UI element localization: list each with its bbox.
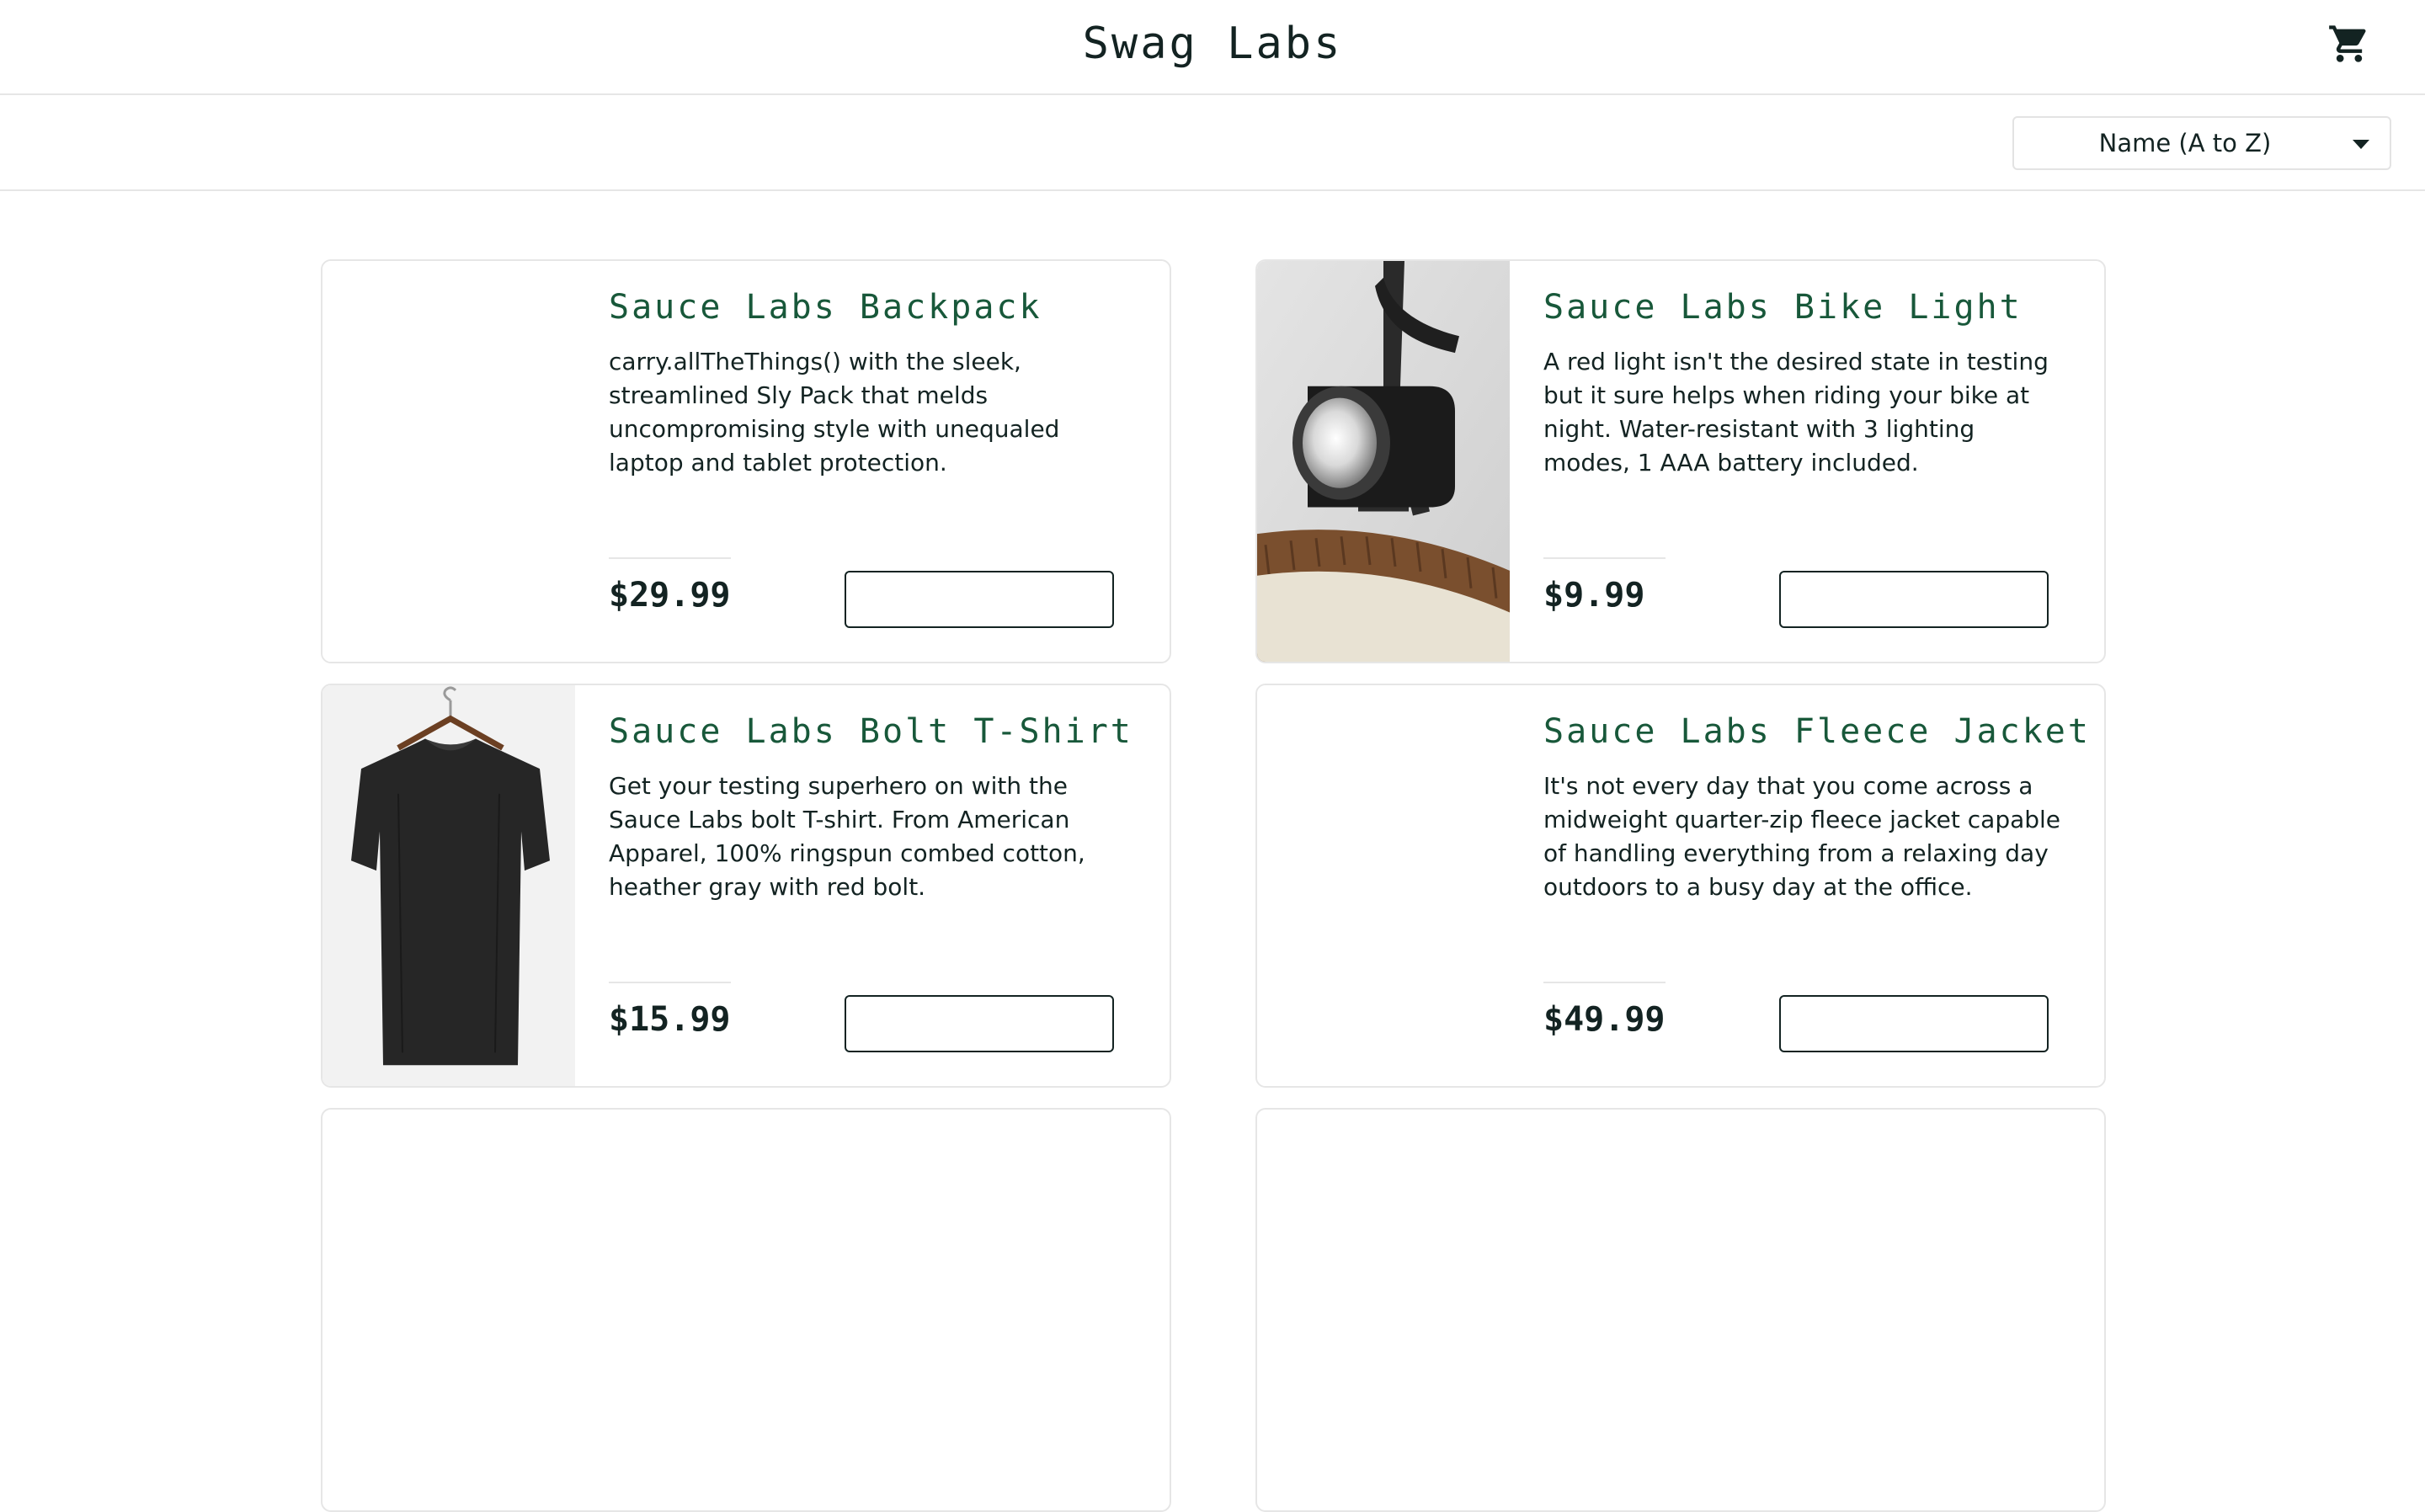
product-price: $29.99 xyxy=(609,576,731,615)
shopping-cart-link[interactable] xyxy=(2327,22,2371,66)
product-price: $15.99 xyxy=(609,1000,731,1039)
product-price: $49.99 xyxy=(1543,1000,1666,1039)
product-image-fleece-jacket[interactable] xyxy=(1257,685,1510,1086)
sort-select[interactable]: Name (A to Z) xyxy=(2012,116,2391,170)
add-to-cart-button[interactable] xyxy=(845,571,1114,628)
product-price: $9.99 xyxy=(1543,576,1645,615)
product-image-backpack[interactable] xyxy=(322,261,575,662)
price-divider xyxy=(609,557,731,559)
add-to-cart-button[interactable] xyxy=(1779,995,2049,1052)
product-description: Get your testing superhero on with the S… xyxy=(609,772,1085,901)
black-tshirt-photo xyxy=(322,685,575,1086)
add-to-cart-button[interactable] xyxy=(1779,571,2049,628)
secondary-header: Name (A to Z) xyxy=(0,95,2425,191)
sort-selected-value: Name (A to Z) xyxy=(2098,129,2272,157)
product-name[interactable]: Sauce Labs Fleece Jacket xyxy=(1543,712,2091,751)
item-description-block: Sauce Labs Backpack carry.allTheThings()… xyxy=(609,261,1114,662)
shopping-cart-icon xyxy=(2329,25,2366,62)
product-name[interactable]: Sauce Labs Bolt T-Shirt xyxy=(609,712,1133,751)
price-divider xyxy=(609,982,731,983)
bike-light-photo xyxy=(1257,261,1510,662)
item-description-block: Sauce Labs Bolt T-Shirt Get your testing… xyxy=(609,685,1131,1086)
add-to-cart-button[interactable] xyxy=(845,995,1114,1052)
app-header: Swag Labs xyxy=(0,0,2425,95)
product-image-bolt-tshirt[interactable] xyxy=(322,685,575,1086)
inventory-item: Sauce Labs Fleece Jacket It's not every … xyxy=(1255,684,2106,1088)
inventory-item: Sauce Labs Backpack carry.allTheThings()… xyxy=(321,259,1171,663)
inventory-item: Sauce Labs Bolt T-Shirt Get your testing… xyxy=(321,684,1171,1088)
price-divider xyxy=(1543,982,1666,983)
product-description: It's not every day that you come across … xyxy=(1543,772,2061,901)
inventory-item: Sauce Labs Bike Light A red light isn't … xyxy=(1255,259,2106,663)
item-description-block: Sauce Labs Bike Light A red light isn't … xyxy=(1543,261,2049,662)
product-name[interactable]: Sauce Labs Bike Light xyxy=(1543,288,2023,327)
inventory-item xyxy=(1255,1108,2106,1512)
product-description: carry.allTheThings() with the sleek, str… xyxy=(609,348,1060,476)
product-description: A red light isn't the desired state in t… xyxy=(1543,348,2049,476)
caret-down-icon xyxy=(2353,140,2369,149)
app-logo: Swag Labs xyxy=(1082,19,1343,69)
item-description-block: Sauce Labs Fleece Jacket It's not every … xyxy=(1543,685,2088,1086)
product-name[interactable]: Sauce Labs Backpack xyxy=(609,288,1042,327)
product-image-bike-light[interactable] xyxy=(1257,261,1510,662)
price-divider xyxy=(1543,557,1666,559)
inventory-item xyxy=(321,1108,1171,1512)
